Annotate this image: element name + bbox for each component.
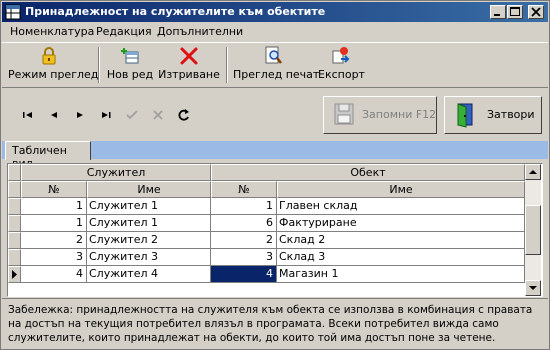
header-group-object: Обект [211,164,525,181]
maximize-button[interactable] [507,5,523,19]
vertical-scrollbar[interactable] [525,164,541,296]
header-object-number[interactable]: № [211,181,277,198]
grid-corner [8,164,21,181]
menu-edit[interactable]: Редакция [96,25,152,38]
prev-record-button[interactable] [43,105,65,125]
note-panel: Забележка: принадлежността на служителя … [2,298,548,349]
main-window: Принадлежност на служителите към обектит… [0,0,550,350]
cell-employee-name[interactable]: Служител 1 [87,198,211,215]
magnifier-page-icon [265,46,282,64]
cell-object-name[interactable]: Склад 2 [277,232,525,249]
refresh-button[interactable] [173,105,195,125]
cell-object-number[interactable]: 4 [211,266,277,283]
cell-employee-name[interactable]: Служител 2 [87,232,211,249]
cell-employee-name[interactable]: Служител 1 [87,215,211,232]
save-button: Запомни F12 [323,96,437,134]
save-label: Запомни F12 [362,108,437,121]
menu-additional[interactable]: Допълнителни [157,25,243,38]
tab-strip: Табличен вид [2,141,548,170]
cell-object-name[interactable]: Фактуриране [277,215,525,232]
cell-employee-number[interactable]: 1 [21,198,87,215]
scroll-down-button[interactable] [525,280,541,296]
row-indicator[interactable] [8,215,21,232]
delete-x-icon [180,47,198,65]
cancel-record-button [147,105,169,125]
add-row-icon [121,48,139,64]
checkmark-icon [126,110,138,120]
close-button[interactable]: Затвори [444,96,542,134]
cancel-x-icon [153,110,163,120]
scroll-up-icon [529,170,537,174]
cell-object-number[interactable]: 3 [211,249,277,266]
scroll-down-icon [529,286,537,290]
row-indicator[interactable] [8,232,21,249]
view-mode-button[interactable]: Режим преглед [8,45,99,87]
menu-nomenclature[interactable]: Номенклатура [10,25,94,38]
minimize-button[interactable] [490,5,506,19]
cell-employee-name[interactable]: Служител 3 [87,249,211,266]
new-row-button[interactable]: Нов ред [106,45,154,87]
window-title: Принадлежност на служителите към обектит… [25,5,326,18]
post-record-button [121,105,143,125]
minimize-icon [494,14,500,16]
cell-object-number[interactable]: 2 [211,232,277,249]
tab-table-view[interactable]: Табличен вид [5,141,91,170]
row-indicator[interactable] [8,266,21,283]
row-indicator[interactable] [8,198,21,215]
print-preview-label: Преглед печат [233,68,320,81]
export-icon [332,47,350,64]
title-bar[interactable]: Принадлежност на служителите към обектит… [2,2,548,22]
header-employee-name[interactable]: Име [87,181,211,198]
delete-label: Изтриване [158,68,220,81]
export-button[interactable]: Експорт [318,45,365,87]
grid-corner [8,181,21,198]
row-indicator[interactable] [8,249,21,266]
close-icon [531,7,541,17]
last-record-button[interactable] [95,105,117,125]
first-record-icon [23,112,32,118]
cell-employee-number[interactable]: 1 [21,215,87,232]
scroll-thumb[interactable] [525,205,541,255]
app-grid-icon [5,4,21,20]
cell-employee-number[interactable]: 3 [21,249,87,266]
cell-employee-number[interactable]: 2 [21,232,87,249]
record-navigator-bar: Запомни F12 Затвори [2,90,548,140]
toolbar-separator [98,47,100,83]
main-toolbar: Режим преглед Нов ред Изтриване Преглед … [2,42,548,88]
view-mode-label: Режим преглед [8,68,99,81]
header-employee-number[interactable]: № [21,181,87,198]
door-exit-icon [457,103,473,128]
disk-save-icon [334,103,354,125]
menu-bar: Номенклатура Редакция Допълнителни [2,23,548,41]
header-object-name[interactable]: Име [277,181,525,198]
cell-object-number[interactable]: 6 [211,215,277,232]
next-record-button[interactable] [69,105,91,125]
cell-employee-name[interactable]: Служител 4 [87,266,211,283]
lock-icon [42,47,56,65]
maximize-icon [510,7,520,16]
close-window-button[interactable] [528,5,544,19]
cell-object-name[interactable]: Магазин 1 [277,266,525,283]
close-label: Затвори [487,108,535,121]
cell-object-number[interactable]: 1 [211,198,277,215]
prev-record-icon [51,112,57,118]
cell-object-name[interactable]: Склад 3 [277,249,525,266]
header-group-employee: Служител [21,164,211,181]
first-record-button[interactable] [17,105,39,125]
scroll-up-button[interactable] [525,164,541,180]
last-record-icon [102,112,111,118]
cell-object-name[interactable]: Главен склад [277,198,525,215]
toolbar-separator [226,47,228,83]
current-row-arrow-icon [12,270,17,279]
delete-button[interactable]: Изтриване [158,45,220,87]
cell-employee-number[interactable]: 4 [21,266,87,283]
new-row-label: Нов ред [106,68,154,81]
print-preview-button[interactable]: Преглед печат [233,45,320,87]
export-label: Експорт [318,68,365,81]
note-text: Забележка: принадлежността на служителя … [8,304,533,344]
data-grid[interactable]: Служител Обект № Име № Име 1 Служител 11Г… [7,163,543,297]
next-record-icon [77,112,83,118]
refresh-icon [178,109,189,121]
